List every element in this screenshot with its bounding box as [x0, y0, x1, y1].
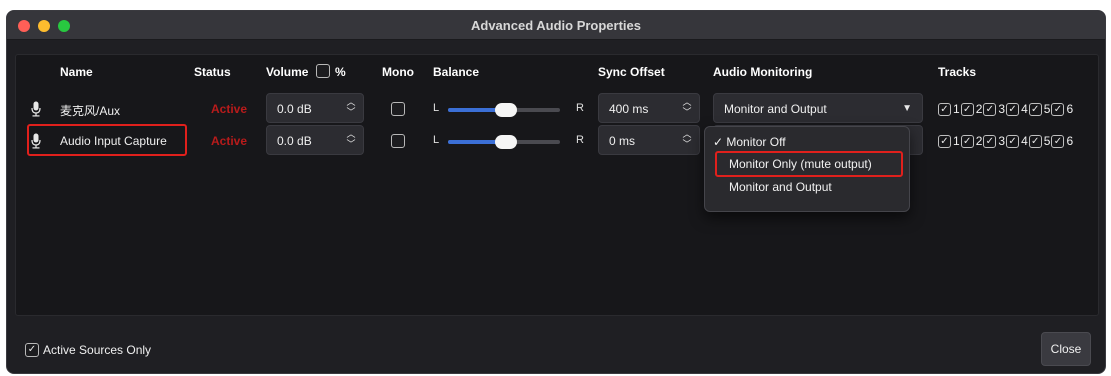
volume-spinbox[interactable]: 0.0 dB ︿ ﹀ — [266, 93, 364, 123]
balance-left-label: L — [433, 102, 440, 114]
highlight-annotation — [27, 124, 187, 156]
checkmark-icon[interactable]: ✓ — [1006, 102, 1020, 116]
checkmark-icon[interactable]: ✓ — [1051, 102, 1065, 116]
header-balance: Balance — [433, 65, 480, 79]
track-checkbox[interactable]: ✓ 2 — [960, 102, 982, 116]
balance-right-label: R — [576, 134, 584, 146]
header-sync-offset: Sync Offset — [598, 65, 665, 79]
balance-slider-handle[interactable] — [495, 103, 517, 117]
balance-slider[interactable] — [448, 135, 560, 149]
track-checkbox[interactable]: ✓ 2 — [960, 134, 982, 148]
volume-percent-checkbox[interactable] — [316, 64, 330, 78]
active-sources-only-label: Active Sources Only — [43, 343, 152, 357]
sync-offset-value: 0 ms — [609, 134, 636, 148]
balance-slider[interactable] — [448, 103, 560, 117]
header-tracks: Tracks — [938, 65, 977, 79]
balance-right-label: R — [576, 102, 584, 114]
track-checkbox[interactable]: ✓ 4 — [1006, 102, 1028, 116]
source-name: 麦克风/Aux — [60, 104, 121, 118]
balance-left-label: L — [433, 134, 440, 146]
track-checkbox[interactable]: ✓ 3 — [983, 134, 1005, 148]
sources-table: Name Status Volume % Mono Balance Sync O… — [15, 54, 1099, 316]
microphone-icon — [31, 101, 41, 117]
checkmark-icon[interactable]: ✓ — [1028, 102, 1042, 116]
tracks-group: ✓ 1 ✓ 2 ✓ 3 ✓ 4 ✓ 5 ✓ 6 — [938, 133, 1074, 149]
dropdown-option-monitor-and-output[interactable]: Monitor and Output — [729, 180, 832, 194]
window-title: Advanced Audio Properties — [471, 18, 641, 33]
checkmark-icon[interactable]: ✓ — [1051, 134, 1065, 148]
track-checkbox[interactable]: ✓ 3 — [983, 102, 1005, 116]
checkmark-icon[interactable]: ✓ — [938, 134, 951, 148]
header-status: Status — [194, 65, 231, 79]
mono-checkbox[interactable] — [391, 134, 405, 148]
checkmark-icon[interactable]: ✓ — [1028, 134, 1042, 148]
dropdown-option-monitor-off[interactable]: ✓ Monitor Off — [713, 135, 786, 149]
title-bar: Advanced Audio Properties — [7, 11, 1105, 40]
advanced-audio-properties-window: Advanced Audio Properties Name Status Vo… — [6, 10, 1106, 374]
audio-monitoring-select[interactable]: Monitor and Output ▼ — [713, 93, 923, 123]
sync-offset-value: 400 ms — [609, 102, 649, 116]
volume-value: 0.0 dB — [277, 102, 312, 116]
volume-value: 0.0 dB — [277, 134, 312, 148]
chevron-down-icon: ▼ — [902, 103, 912, 114]
spin-arrows-icon[interactable]: ︿ ﹀ — [681, 129, 693, 151]
checkmark-icon: ✓ — [713, 135, 727, 149]
tracks-group: ✓ 1 ✓ 2 ✓ 3 ✓ 4 ✓ 5 ✓ 6 — [938, 101, 1074, 117]
status-badge: Active — [211, 134, 248, 148]
spin-arrows-icon[interactable]: ︿ ﹀ — [681, 97, 693, 119]
checkmark-icon[interactable]: ✓ — [983, 134, 997, 148]
volume-spinbox[interactable]: 0.0 dB ︿ ﹀ — [266, 125, 364, 155]
active-sources-only-checkbox[interactable]: ✓ — [25, 343, 39, 357]
spin-arrows-icon[interactable]: ︿ ﹀ — [345, 129, 357, 151]
checkmark-icon[interactable]: ✓ — [1006, 134, 1020, 148]
balance-slider-handle[interactable] — [495, 135, 517, 149]
track-checkbox[interactable]: ✓ 4 — [1006, 134, 1028, 148]
header-mono: Mono — [382, 65, 414, 79]
checkmark-icon[interactable]: ✓ — [960, 102, 974, 116]
track-checkbox[interactable]: ✓ 5 — [1028, 102, 1050, 116]
track-checkbox[interactable]: ✓ 1 — [938, 102, 960, 116]
track-checkbox[interactable]: ✓ 5 — [1028, 134, 1050, 148]
audio-monitoring-dropdown-menu: ✓ Monitor Off Monitor Only (mute output)… — [704, 126, 910, 212]
checkmark-icon[interactable]: ✓ — [960, 134, 974, 148]
mono-checkbox[interactable] — [391, 102, 405, 116]
monitoring-value: Monitor and Output — [724, 102, 827, 116]
track-checkbox[interactable]: ✓ 6 — [1051, 134, 1073, 148]
header-percent: % — [335, 65, 346, 79]
checkmark-icon: ✓ — [27, 344, 37, 355]
header-volume: Volume — [266, 65, 309, 79]
track-checkbox[interactable]: ✓ 1 — [938, 134, 960, 148]
header-audio-monitoring: Audio Monitoring — [713, 65, 813, 79]
close-button[interactable]: Close — [1041, 332, 1091, 366]
track-checkbox[interactable]: ✓ 6 — [1051, 102, 1073, 116]
sync-offset-spinbox[interactable]: 400 ms ︿ ﹀ — [598, 93, 700, 123]
sync-offset-spinbox[interactable]: 0 ms ︿ ﹀ — [598, 125, 700, 155]
header-name: Name — [60, 65, 93, 79]
checkmark-icon[interactable]: ✓ — [983, 102, 997, 116]
status-badge: Active — [211, 102, 248, 116]
checkmark-icon[interactable]: ✓ — [938, 102, 951, 116]
highlight-annotation — [715, 151, 903, 177]
spin-arrows-icon[interactable]: ︿ ﹀ — [345, 97, 357, 119]
